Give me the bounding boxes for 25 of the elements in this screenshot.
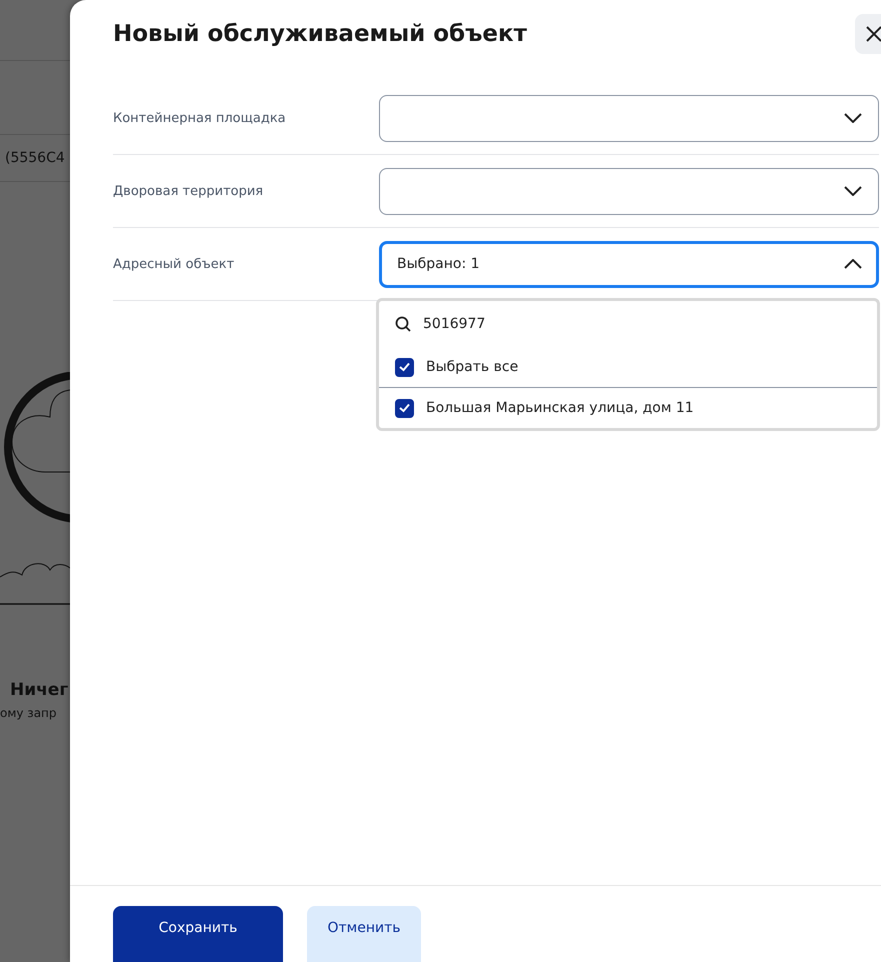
save-button[interactable]: Сохранить: [113, 906, 283, 962]
table-cell-text: (5556C4: [4, 149, 66, 168]
field-label: Контейнерная площадка: [113, 110, 287, 126]
checkmark-icon: [399, 362, 410, 372]
chevron-up-icon: [844, 259, 862, 269]
select-all-label[interactable]: Выбрать все: [426, 359, 518, 375]
checkmark-icon: [399, 403, 410, 413]
dialog-title: Новый обслуживаемый объект: [113, 21, 527, 47]
close-icon: [865, 25, 881, 43]
field-value: Выбрано: 1: [397, 256, 480, 272]
dropdown-field[interactable]: [379, 94, 879, 142]
checkbox[interactable]: [395, 358, 414, 376]
chevron-down-icon: [844, 113, 862, 123]
checkbox[interactable]: [395, 398, 414, 418]
option-label[interactable]: Большая Марьинская улица, дом 11: [426, 400, 694, 416]
search-value[interactable]: 5016977: [423, 316, 486, 332]
field-label: Дворовая территория: [113, 184, 264, 198]
field-label: Адресный объект: [113, 256, 236, 272]
chevron-down-icon: [844, 186, 862, 196]
empty-state-title: Ничег: [9, 680, 70, 700]
search-icon: [395, 316, 411, 332]
dropdown-field[interactable]: Выбрано: 1: [379, 240, 879, 288]
cancel-button[interactable]: Отменить: [307, 906, 421, 962]
empty-state-text: ому запр: [0, 706, 58, 720]
dropdown-field[interactable]: [379, 168, 879, 214]
